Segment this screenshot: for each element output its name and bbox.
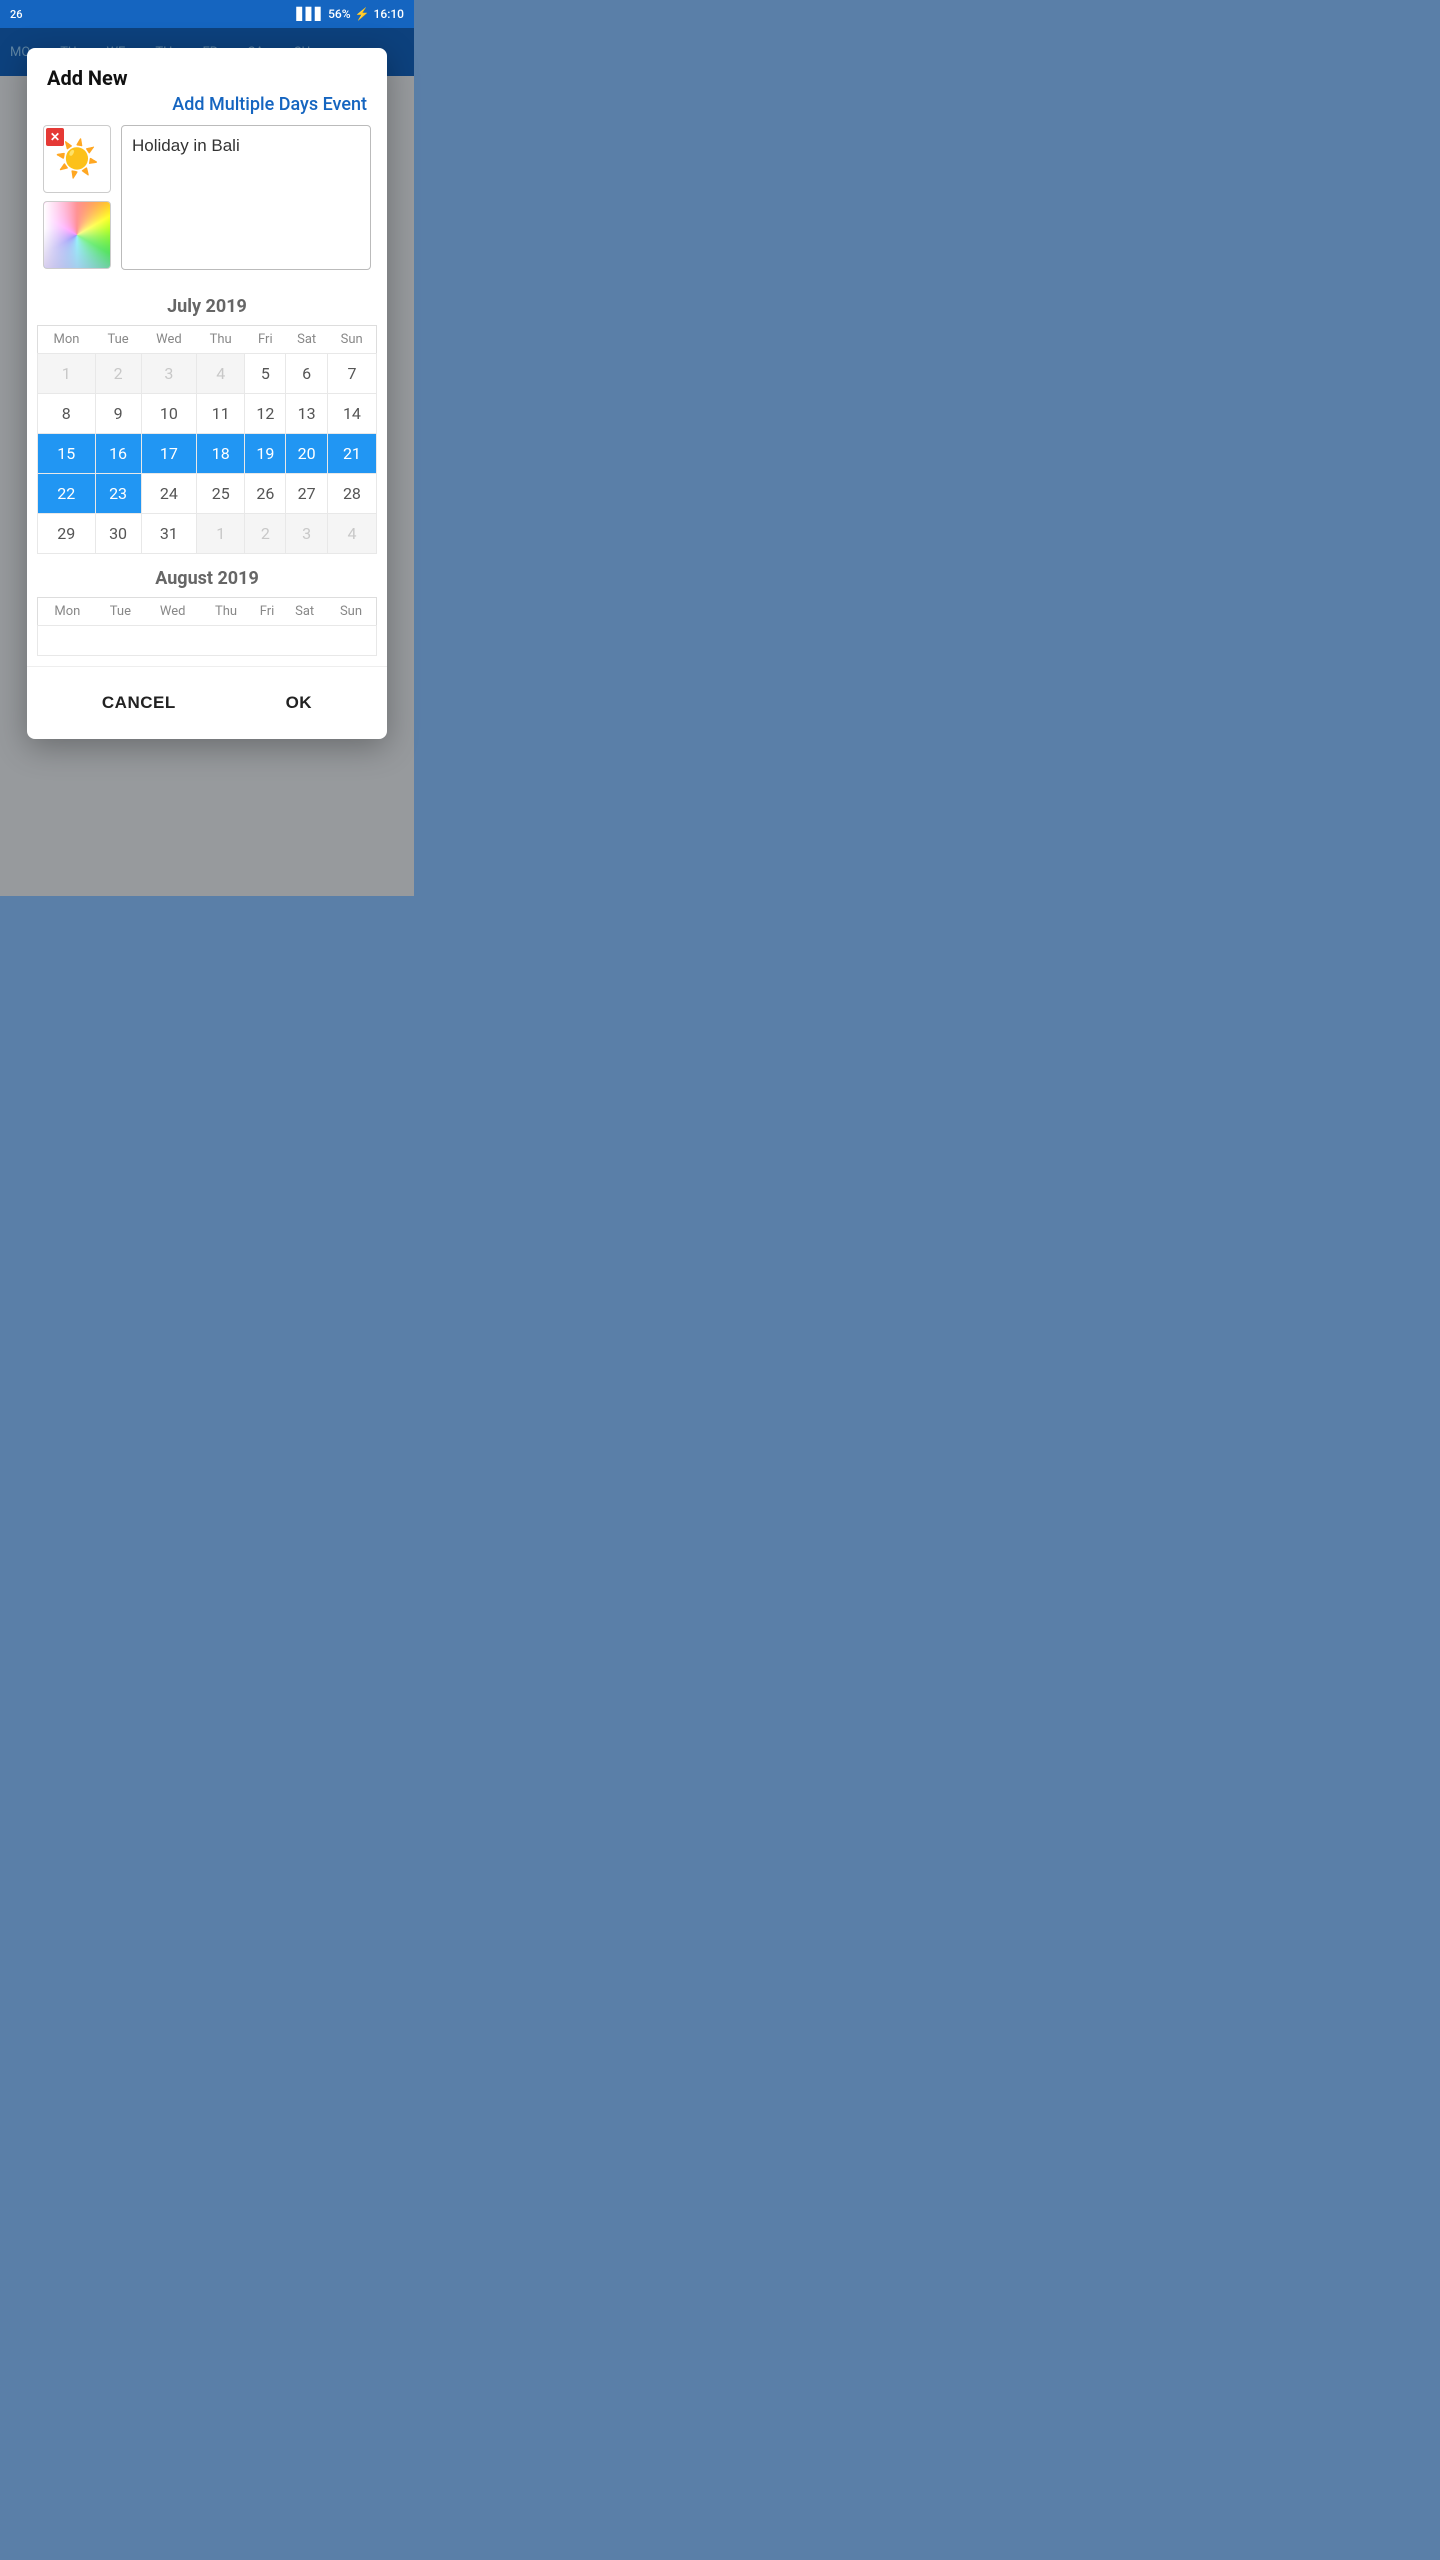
ok-button[interactable]: OK bbox=[256, 685, 343, 721]
table-row[interactable]: 11 bbox=[197, 394, 245, 434]
aug-weekday-wed: Wed bbox=[144, 598, 201, 626]
table-row[interactable]: 3 bbox=[141, 354, 197, 394]
event-name-input[interactable]: Holiday in Bali bbox=[121, 125, 371, 270]
table-row[interactable]: 2 bbox=[95, 354, 141, 394]
icons-column: ✕ ☀️ bbox=[43, 125, 111, 269]
table-row[interactable]: 27 bbox=[286, 474, 327, 514]
charging-icon: ⚡ bbox=[355, 7, 370, 21]
icon-input-row: ✕ ☀️ Holiday in Bali bbox=[27, 125, 387, 282]
table-row[interactable]: 15 bbox=[38, 434, 96, 474]
table-row[interactable]: 16 bbox=[95, 434, 141, 474]
table-row[interactable]: 19 bbox=[245, 434, 286, 474]
table-row[interactable]: 4 bbox=[327, 514, 376, 554]
aug-weekday-thu: Thu bbox=[201, 598, 250, 626]
dialog-header: Add New Add Multiple Days Event bbox=[27, 48, 387, 125]
add-new-label: Add New bbox=[47, 66, 367, 90]
weekday-thu: Thu bbox=[197, 326, 245, 354]
table-row[interactable]: 23 bbox=[95, 474, 141, 514]
weekday-fri: Fri bbox=[245, 326, 286, 354]
table-row[interactable]: 17 bbox=[141, 434, 197, 474]
aug-weekday-fri: Fri bbox=[251, 598, 284, 626]
table-row[interactable]: 5 bbox=[245, 354, 286, 394]
status-bar: 26 ▋▋▋ 56% ⚡ 16:10 bbox=[0, 0, 414, 28]
table-row[interactable]: 6 bbox=[286, 354, 327, 394]
add-event-dialog: Add New Add Multiple Days Event ✕ ☀️ Hol… bbox=[27, 48, 387, 739]
table-row[interactable]: 24 bbox=[141, 474, 197, 514]
table-row[interactable]: 30 bbox=[95, 514, 141, 554]
signal-icon: ▋▋▋ bbox=[296, 7, 324, 21]
modal-overlay: Add New Add Multiple Days Event ✕ ☀️ Hol… bbox=[0, 28, 414, 896]
table-row[interactable]: 21 bbox=[327, 434, 376, 474]
signal-text: 26 bbox=[10, 8, 23, 21]
table-row[interactable]: 3 bbox=[286, 514, 327, 554]
table-row[interactable]: 2 bbox=[245, 514, 286, 554]
table-row[interactable]: 1 bbox=[38, 354, 96, 394]
august-calendar: Mon Tue Wed Thu Fri Sat Sun bbox=[37, 597, 377, 656]
table-row[interactable]: 28 bbox=[327, 474, 376, 514]
weekday-sun: Sun bbox=[327, 326, 376, 354]
weekday-mon: Mon bbox=[38, 326, 96, 354]
table-row[interactable]: 14 bbox=[327, 394, 376, 434]
cancel-button[interactable]: CANCEL bbox=[72, 685, 206, 721]
status-right: ▋▋▋ 56% ⚡ 16:10 bbox=[296, 7, 404, 21]
table-row[interactable]: 31 bbox=[141, 514, 197, 554]
weekday-wed: Wed bbox=[141, 326, 197, 354]
table-row[interactable]: 25 bbox=[197, 474, 245, 514]
table-row[interactable]: 29 bbox=[38, 514, 96, 554]
weekday-sat: Sat bbox=[286, 326, 327, 354]
time-display: 16:10 bbox=[374, 7, 404, 21]
table-row[interactable]: 10 bbox=[141, 394, 197, 434]
table-row[interactable]: 26 bbox=[245, 474, 286, 514]
july-calendar: Mon Tue Wed Thu Fri Sat Sun 123456789101… bbox=[37, 325, 377, 554]
table-row[interactable]: 22 bbox=[38, 474, 96, 514]
aug-weekday-sun: Sun bbox=[326, 598, 377, 626]
aug-weekday-sat: Sat bbox=[283, 598, 326, 626]
table-row[interactable]: 1 bbox=[197, 514, 245, 554]
remove-icon-button[interactable]: ✕ bbox=[46, 128, 64, 146]
weekday-tue: Tue bbox=[95, 326, 141, 354]
table-row[interactable]: 4 bbox=[197, 354, 245, 394]
table-row[interactable]: 12 bbox=[245, 394, 286, 434]
table-row[interactable]: 20 bbox=[286, 434, 327, 474]
color-overlay2 bbox=[44, 202, 110, 268]
calendar-section[interactable]: July 2019 Mon Tue Wed Thu Fri Sat Sun 12… bbox=[27, 282, 387, 666]
dialog-subtitle: Add Multiple Days Event bbox=[47, 94, 367, 115]
aug-weekday-tue: Tue bbox=[97, 598, 144, 626]
table-row[interactable]: 7 bbox=[327, 354, 376, 394]
july-month-title: July 2019 bbox=[37, 296, 377, 317]
table-row[interactable] bbox=[38, 626, 377, 656]
event-icon-picker[interactable]: ✕ ☀️ bbox=[43, 125, 111, 193]
august-month-title: August 2019 bbox=[37, 568, 377, 589]
battery-text: 56% bbox=[328, 7, 350, 21]
table-row[interactable]: 18 bbox=[197, 434, 245, 474]
dialog-buttons: CANCEL OK bbox=[27, 666, 387, 739]
table-row[interactable]: 13 bbox=[286, 394, 327, 434]
table-row[interactable]: 9 bbox=[95, 394, 141, 434]
color-picker[interactable] bbox=[43, 201, 111, 269]
table-row[interactable]: 8 bbox=[38, 394, 96, 434]
aug-weekday-mon: Mon bbox=[38, 598, 97, 626]
